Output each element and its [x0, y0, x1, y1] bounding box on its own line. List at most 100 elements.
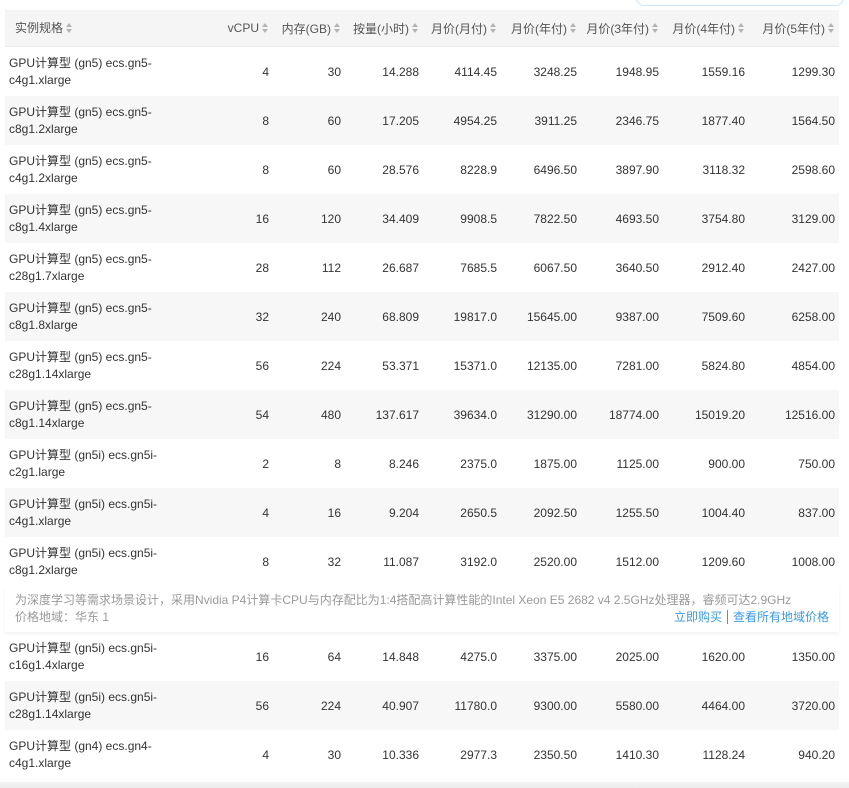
cell-5year-price: 1564.50	[791, 113, 835, 128]
header-vcpu[interactable]: vCPU	[207, 21, 273, 35]
header-4year-sort-toggle[interactable]: 月价(4年付)	[672, 20, 745, 37]
cell-monthly-price: 9908.5	[460, 211, 497, 226]
header-hourly-sort-toggle[interactable]: 按量(小时)	[353, 20, 419, 37]
header-3year[interactable]: 月价(3年付)	[581, 20, 663, 37]
cell-instance-spec: GPU计算型 (gn5) ecs.gn5-c8g1.14xlarge	[5, 398, 207, 432]
cell-monthly-price: 4114.45	[454, 64, 498, 79]
table-row[interactable]: GPU计算型 (gn4) ecs.gn4-c4g1.xlarge 4 30 10.33…	[5, 730, 839, 779]
table-row[interactable]: GPU计算型 (gn5) ecs.gn5-c28g1.7xlarge 28 112 2…	[5, 243, 839, 292]
cell-memory: 30	[327, 747, 341, 762]
table-row[interactable]: GPU计算型 (gn5) ecs.gn5-c8g1.4xlarge 16 120 34…	[5, 194, 839, 243]
instance-name: GPU计算型 (gn5) ecs.gn5-c8g1.2xlarge	[9, 104, 152, 136]
table-row[interactable]: GPU计算型 (gn5) ecs.gn5-c8g1.2xlarge 8 60 17.2…	[5, 96, 839, 145]
header-3year-sort-toggle[interactable]: 月价(3年付)	[586, 20, 659, 37]
all-regions-price-link[interactable]: 查看所有地域价格	[733, 608, 829, 625]
cell-memory: 60	[327, 113, 341, 128]
instance-name: GPU计算型 (gn5) ecs.gn5-c4g1.xlarge	[9, 55, 152, 87]
header-yearly[interactable]: 月价(年付)	[501, 20, 581, 37]
header-instance-spec[interactable]: 实例规格	[5, 20, 207, 37]
header-memory-sort-toggle[interactable]: 内存(GB)	[282, 20, 341, 37]
cell-memory: 224	[320, 358, 341, 373]
header-5year-sort-toggle[interactable]: 月价(5年付)	[762, 20, 835, 37]
cell-yearly-price: 6496.50	[533, 162, 577, 177]
instance-name: GPU计算型 (gn5) ecs.gn5-c8g1.8xlarge	[9, 300, 152, 332]
instance-name: GPU计算型 (gn5) ecs.gn5-c28g1.7xlarge	[9, 251, 152, 283]
buy-now-link[interactable]: 立即购买	[674, 608, 722, 625]
cell-4year-price: 1877.40	[701, 113, 745, 128]
cell-monthly-price: 4275.0	[460, 649, 497, 664]
cell-4year-price: 2912.40	[701, 260, 745, 275]
sort-icon[interactable]	[828, 23, 835, 33]
cell-4year-price: 1209.60	[701, 554, 745, 569]
cell-hourly-price: 14.848	[382, 649, 419, 664]
cell-4year-price: 15019.20	[694, 407, 745, 422]
cell-yearly-price: 3911.25	[534, 113, 578, 128]
cell-vcpu: 8	[262, 554, 269, 569]
cell-4year-price: 5824.80	[701, 358, 745, 373]
cell-3year-price: 1948.95	[615, 64, 659, 79]
cell-hourly-price: 68.809	[382, 309, 419, 324]
header-yearly-sort-toggle[interactable]: 月价(年付)	[511, 20, 577, 37]
cell-yearly-price: 2092.50	[533, 505, 577, 520]
table-row[interactable]: GPU计算型 (gn5i) ecs.gn5i-c4g1.xlarge 4 16 9.2…	[5, 488, 839, 537]
cell-yearly-price: 1875.00	[533, 456, 577, 471]
cell-hourly-price: 17.205	[382, 113, 419, 128]
cell-3year-price: 2346.75	[615, 113, 659, 128]
cell-instance-spec: GPU计算型 (gn5) ecs.gn5-c8g1.2xlarge	[5, 104, 207, 138]
cell-monthly-price: 2650.5	[460, 505, 497, 520]
cell-5year-price: 940.20	[798, 747, 835, 762]
cell-monthly-price: 2375.0	[460, 456, 497, 471]
table-row[interactable]: GPU计算型 (gn5) ecs.gn5-c8g1.8xlarge 32 240 68…	[5, 292, 839, 341]
cell-yearly-price: 9300.00	[533, 698, 577, 713]
header-monthly-label: 月价(月付)	[431, 21, 487, 36]
sort-icon[interactable]	[334, 23, 341, 33]
table-row[interactable]: GPU计算型 (gn5) ecs.gn5-c4g1.xlarge 4 30 14.28…	[5, 47, 839, 96]
sort-icon[interactable]	[262, 23, 269, 33]
cell-vcpu: 4	[262, 64, 269, 79]
sort-icon[interactable]	[412, 23, 419, 33]
instance-name: GPU计算型 (gn5) ecs.gn5-c8g1.4xlarge	[9, 202, 152, 234]
sort-icon[interactable]	[652, 23, 659, 33]
table-row[interactable]: GPU计算型 (gn5i) ecs.gn5i-c8g1.2xlarge 8 32 11…	[5, 537, 839, 586]
header-vcpu-sort-toggle[interactable]: vCPU	[228, 21, 269, 35]
cell-yearly-price: 2520.00	[533, 554, 577, 569]
cell-vcpu: 4	[262, 747, 269, 762]
header-4year[interactable]: 月价(4年付)	[663, 20, 749, 37]
cell-hourly-price: 9.204	[388, 505, 419, 520]
sort-icon[interactable]	[570, 23, 577, 33]
table-row[interactable]: GPU计算型 (gn5i) ecs.gn5i-c2g1.large 2 8 8.246…	[5, 439, 839, 488]
header-monthly[interactable]: 月价(月付)	[423, 20, 501, 37]
cell-instance-spec: GPU计算型 (gn5) ecs.gn5-c4g1.2xlarge	[5, 153, 207, 187]
instance-name: GPU计算型 (gn5) ecs.gn5-c28g1.14xlarge	[9, 349, 152, 381]
table-row[interactable]: GPU计算型 (gn5i) ecs.gn5i-c28g1.14xlarge 56 2…	[5, 681, 839, 730]
header-yearly-label: 月价(年付)	[511, 21, 567, 36]
cell-vcpu: 8	[262, 113, 269, 128]
header-monthly-sort-toggle[interactable]: 月价(月付)	[431, 20, 497, 37]
cell-instance-spec: GPU计算型 (gn5) ecs.gn5-c8g1.4xlarge	[5, 202, 207, 236]
cell-vcpu: 56	[255, 698, 269, 713]
cell-5year-price: 4854.00	[791, 358, 835, 373]
cell-hourly-price: 40.907	[382, 698, 419, 713]
cell-5year-price: 2598.60	[791, 162, 835, 177]
sort-icon[interactable]	[738, 23, 745, 33]
instance-name: GPU计算型 (gn5i) ecs.gn5i-c28g1.14xlarge	[9, 689, 158, 721]
header-5year-label: 月价(5年付)	[762, 21, 825, 36]
header-instance-spec-sort-toggle[interactable]: 实例规格	[15, 20, 73, 37]
sort-icon[interactable]	[490, 23, 497, 33]
sort-icon[interactable]	[66, 23, 73, 33]
cell-memory: 480	[320, 407, 341, 422]
header-hourly[interactable]: 按量(小时)	[345, 20, 423, 37]
instance-detail-panel: 为深度学习等需求场景设计，采用Nvidia P4计算卡CPU与内存配比为1:4搭…	[5, 586, 839, 632]
cell-hourly-price: 34.409	[382, 211, 419, 226]
cell-vcpu: 2	[262, 456, 269, 471]
table-row[interactable]: GPU计算型 (gn5i) ecs.gn5i-c16g1.4xlarge 16 64…	[5, 632, 839, 681]
header-memory[interactable]: 内存(GB)	[273, 20, 345, 37]
table-row[interactable]: GPU计算型 (gn5) ecs.gn5-c28g1.14xlarge 56 224…	[5, 341, 839, 390]
table-row[interactable]: GPU计算型 (gn5) ecs.gn5-c4g1.2xlarge 8 60 28.5…	[5, 145, 839, 194]
cell-4year-price: 3754.80	[701, 211, 745, 226]
cell-memory: 32	[327, 554, 341, 569]
table-row[interactable]: GPU计算型 (gn5) ecs.gn5-c8g1.14xlarge 54 480 1…	[5, 390, 839, 439]
cell-hourly-price: 53.371	[382, 358, 419, 373]
cell-monthly-price: 2977.3	[460, 747, 497, 762]
header-5year[interactable]: 月价(5年付)	[749, 20, 839, 37]
